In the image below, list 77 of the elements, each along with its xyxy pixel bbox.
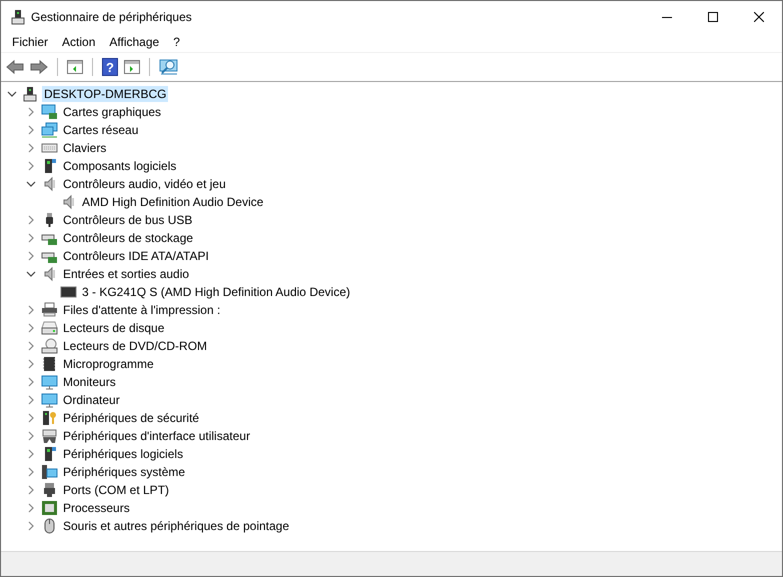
- tree-item[interactable]: AMD High Definition Audio Device: [80, 194, 266, 210]
- tree-item[interactable]: Périphériques système: [61, 464, 188, 480]
- network-icon: [41, 122, 58, 138]
- tree-item[interactable]: Périphériques logiciels: [61, 446, 186, 462]
- expand-chevron-icon[interactable]: [26, 503, 36, 513]
- tree-item[interactable]: Composants logiciels: [61, 158, 178, 174]
- expand-chevron-icon[interactable]: [26, 467, 36, 477]
- tree-item[interactable]: DESKTOP-DMERBCG: [42, 86, 168, 102]
- expand-chevron-icon[interactable]: [26, 305, 36, 315]
- tree-item[interactable]: Contrôleurs de bus USB: [61, 212, 194, 228]
- computer-icon: [22, 86, 39, 102]
- expand-chevron-icon[interactable]: [26, 251, 36, 261]
- menu-item[interactable]: Action: [55, 35, 102, 49]
- expand-chevron-icon[interactable]: [26, 143, 36, 153]
- tree-item[interactable]: Ordinateur: [61, 392, 122, 408]
- tree-item[interactable]: Souris et autres périphériques de pointage: [61, 518, 292, 534]
- tree-item[interactable]: Contrôleurs de stockage: [61, 230, 196, 246]
- input-device-icon: [41, 428, 58, 444]
- collapse-chevron-icon[interactable]: [26, 269, 36, 279]
- expand-chevron-icon[interactable]: [26, 233, 36, 243]
- expand-chevron-icon[interactable]: [26, 161, 36, 171]
- menu-item[interactable]: Affichage: [102, 35, 166, 49]
- expand-chevron-icon[interactable]: [26, 377, 36, 387]
- tree-item[interactable]: Moniteurs: [61, 374, 118, 390]
- key-device-icon: [41, 410, 58, 426]
- display-icon: [60, 284, 77, 300]
- help-button[interactable]: ?: [102, 58, 118, 76]
- tree-item[interactable]: Cartes graphiques: [61, 104, 164, 120]
- back-arrow-icon[interactable]: [6, 59, 24, 75]
- tree-item[interactable]: Périphériques de sécurité: [61, 410, 202, 426]
- tree-item[interactable]: Cartes réseau: [61, 122, 140, 138]
- collapse-chevron-icon[interactable]: [7, 89, 17, 99]
- drive-icon: [41, 320, 58, 336]
- chip-icon: [41, 356, 58, 372]
- expand-chevron-icon[interactable]: [26, 413, 36, 423]
- monitor-icon: [41, 374, 58, 390]
- expand-chevron-icon[interactable]: [26, 215, 36, 225]
- menu-item[interactable]: Fichier: [5, 35, 56, 49]
- tree-item[interactable]: Processeurs: [61, 500, 132, 516]
- maximize-icon[interactable]: [708, 12, 718, 22]
- graphics-card-icon: [41, 104, 58, 120]
- expand-chevron-icon[interactable]: [26, 125, 36, 135]
- tree-item[interactable]: Contrôleurs audio, vidéo et jeu: [61, 176, 228, 192]
- collapse-chevron-icon[interactable]: [26, 179, 36, 189]
- expand-chevron-icon[interactable]: [26, 341, 36, 351]
- tree-item[interactable]: Files d'attente à l'impression :: [61, 302, 222, 318]
- tree-item[interactable]: Entrées et sorties audio: [61, 266, 192, 282]
- forward-arrow-icon[interactable]: [30, 59, 48, 75]
- tree-item[interactable]: Contrôleurs IDE ATA/ATAPI: [61, 248, 211, 264]
- tree-item[interactable]: Microprogramme: [61, 356, 156, 372]
- close-icon[interactable]: [754, 12, 764, 22]
- expand-chevron-icon[interactable]: [26, 323, 36, 333]
- window-title: Gestionnaire de périphériques: [31, 10, 192, 24]
- tree-item[interactable]: Lecteurs de disque: [61, 320, 166, 336]
- monitor-icon: [41, 392, 58, 408]
- tree-item[interactable]: Ports (COM et LPT): [61, 482, 172, 498]
- printer-icon: [41, 302, 58, 318]
- tree-item[interactable]: Périphériques d'interface utilisateur: [61, 428, 252, 444]
- panel-icon[interactable]: [124, 60, 140, 74]
- port-icon: [41, 482, 58, 498]
- disc-drive-icon: [41, 338, 58, 354]
- panel-icon[interactable]: [67, 60, 83, 74]
- expand-chevron-icon[interactable]: [26, 107, 36, 117]
- app-icon: [10, 8, 26, 24]
- expand-chevron-icon[interactable]: [26, 485, 36, 495]
- tree-item[interactable]: Claviers: [61, 140, 108, 156]
- expand-chevron-icon[interactable]: [26, 359, 36, 369]
- system-icon: [41, 464, 58, 480]
- expand-chevron-icon[interactable]: [26, 431, 36, 441]
- processor-icon: [41, 500, 58, 516]
- expand-chevron-icon[interactable]: [26, 521, 36, 531]
- expand-chevron-icon[interactable]: [26, 449, 36, 459]
- tree-item[interactable]: 3 - KG241Q S (AMD High Definition Audio Device): [80, 284, 352, 300]
- monitor-search-icon[interactable]: [159, 58, 179, 76]
- expand-chevron-icon[interactable]: [26, 395, 36, 405]
- tree-item[interactable]: Lecteurs de DVD/CD-ROM: [61, 338, 210, 354]
- menu-item[interactable]: ?: [166, 35, 187, 49]
